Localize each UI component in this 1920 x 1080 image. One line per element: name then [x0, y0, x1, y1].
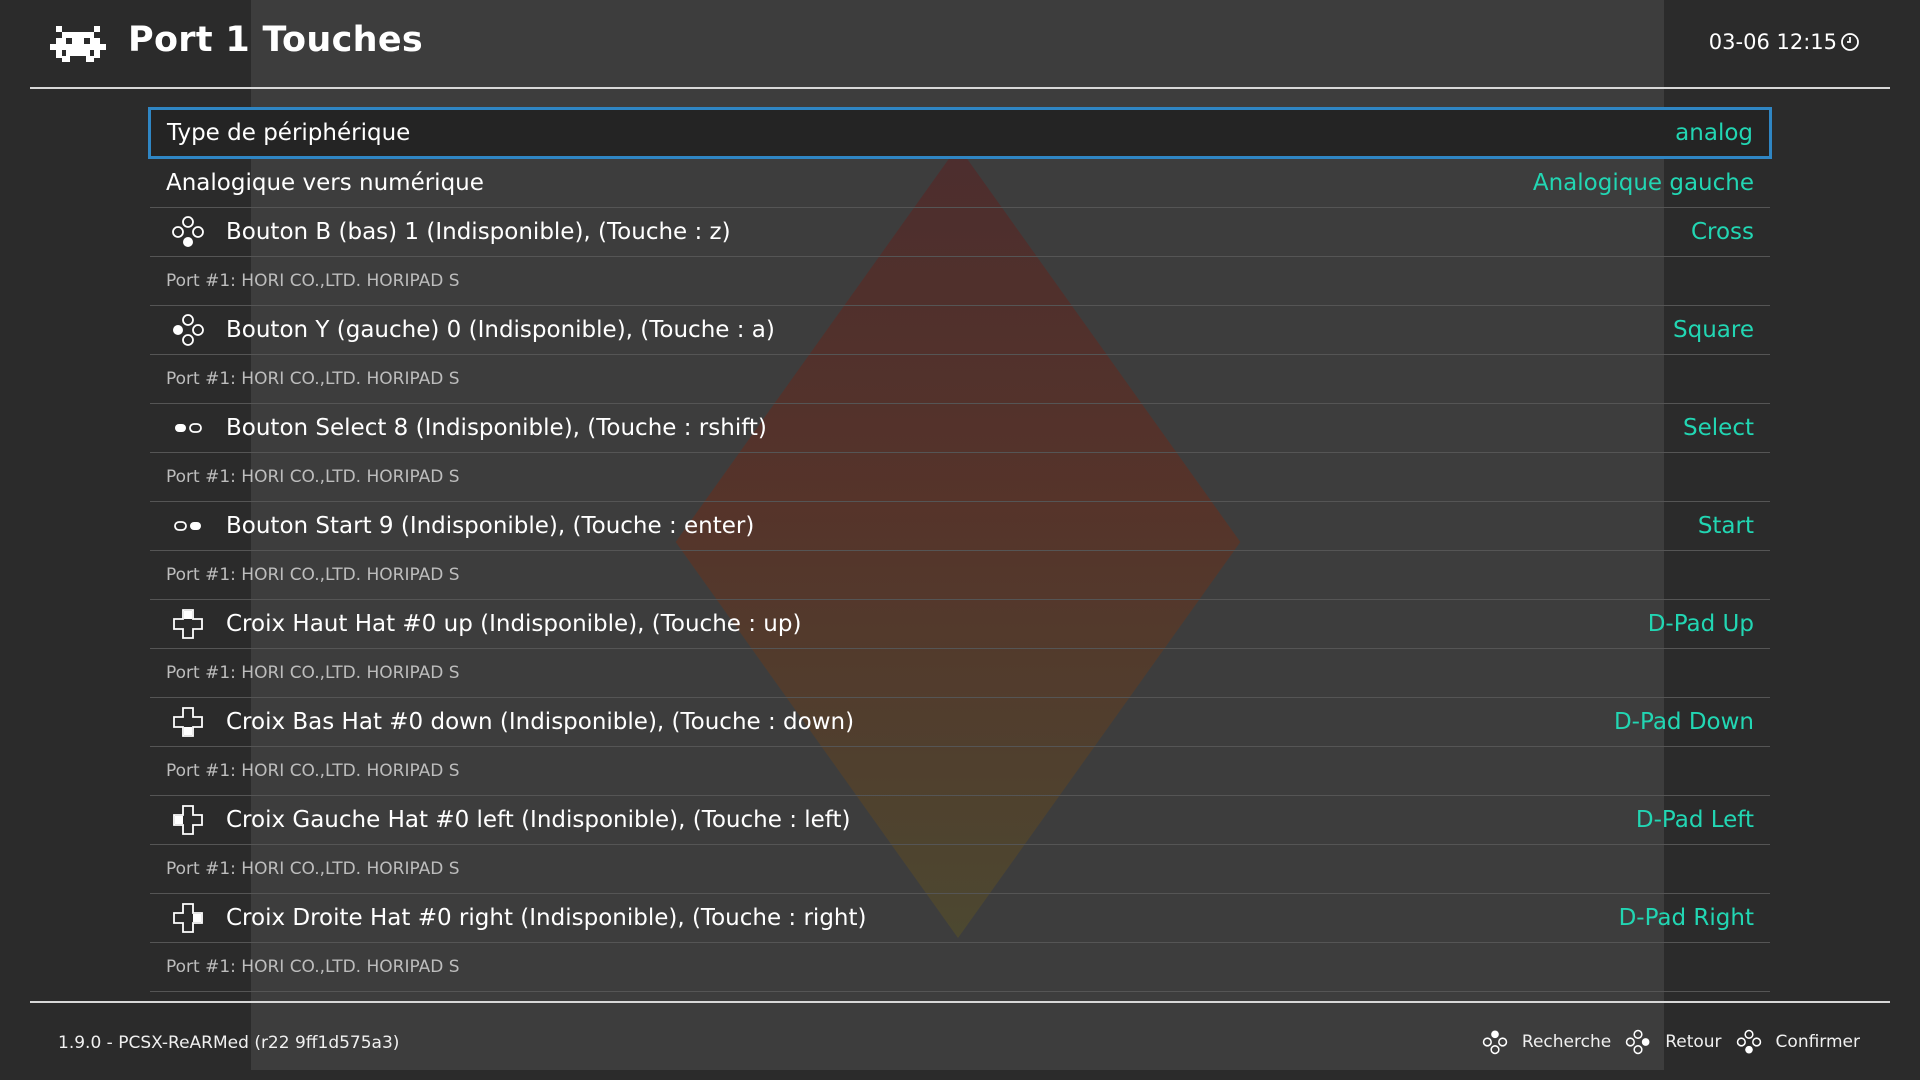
binding-label: Bouton Y (gauche) 0 (Indisponible), (Tou…	[226, 317, 775, 343]
binding-label: Croix Gauche Hat #0 left (Indisponible),…	[226, 807, 851, 833]
binding-row[interactable]: Croix Droite Hat #0 right (Indisponible)…	[150, 894, 1770, 943]
hint-back[interactable]: Retour	[1625, 1029, 1722, 1055]
binding-device: Port #1: HORI CO.,LTD. HORIPAD S	[150, 551, 1770, 600]
face-button-bottom-icon	[170, 216, 206, 248]
binding-device-label: Port #1: HORI CO.,LTD. HORIPAD S	[166, 369, 460, 389]
hint-label: Recherche	[1521, 1032, 1612, 1052]
settings-list: Type de périphérique analog Analogique v…	[148, 107, 1772, 992]
button-hints: Recherche Retour Confirmer	[1468, 1029, 1860, 1055]
binding-device: Port #1: HORI CO.,LTD. HORIPAD S	[150, 747, 1770, 796]
binding-value: D-Pad Up	[1647, 611, 1754, 637]
binding-row[interactable]: Croix Haut Hat #0 up (Indisponible), (To…	[150, 600, 1770, 649]
dpad-down-icon	[170, 706, 206, 738]
binding-device-label: Port #1: HORI CO.,LTD. HORIPAD S	[166, 859, 460, 879]
screen: Port 1 Touches 03-06 12:15 Type de périp…	[0, 0, 1920, 1080]
binding-device-label: Port #1: HORI CO.,LTD. HORIPAD S	[166, 761, 460, 781]
version-text: 1.9.0 - PCSX-ReARMed (r22 9ff1d575a3)	[58, 1033, 400, 1053]
binding-value: D-Pad Right	[1618, 905, 1754, 931]
setting-label: Analogique vers numérique	[166, 170, 484, 196]
hint-label: Retour	[1665, 1032, 1722, 1052]
start-button-icon	[170, 510, 206, 542]
binding-device-label: Port #1: HORI CO.,LTD. HORIPAD S	[166, 957, 460, 977]
binding-label: Bouton Start 9 (Indisponible), (Touche :…	[226, 513, 755, 539]
hint-search[interactable]: Recherche	[1482, 1029, 1611, 1055]
clock-text: 03-06 12:15	[1708, 30, 1837, 54]
binding-device-label: Port #1: HORI CO.,LTD. HORIPAD S	[166, 467, 460, 487]
binding-value: Select	[1683, 415, 1754, 441]
setting-value: analog	[1675, 120, 1753, 146]
binding-value: Square	[1673, 317, 1754, 343]
binding-value: D-Pad Left	[1635, 807, 1754, 833]
binding-row[interactable]: Croix Gauche Hat #0 left (Indisponible),…	[150, 796, 1770, 845]
setting-value: Analogique gauche	[1532, 170, 1754, 196]
face-button-right-icon	[1625, 1029, 1650, 1055]
face-button-top-icon	[1482, 1030, 1508, 1055]
binding-device: Port #1: HORI CO.,LTD. HORIPAD S	[150, 845, 1770, 894]
hint-confirm[interactable]: Confirmer	[1736, 1029, 1860, 1055]
binding-label: Bouton B (bas) 1 (Indisponible), (Touche…	[226, 219, 731, 245]
binding-value: Start	[1697, 513, 1754, 539]
binding-label: Bouton Select 8 (Indisponible), (Touche …	[226, 415, 767, 441]
setting-analog-to-digital[interactable]: Analogique vers numérique Analogique gau…	[150, 159, 1770, 208]
select-button-icon	[170, 412, 206, 444]
binding-row[interactable]: Bouton Start 9 (Indisponible), (Touche :…	[150, 502, 1770, 551]
binding-label: Croix Bas Hat #0 down (Indisponible), (T…	[226, 709, 855, 735]
binding-row[interactable]: Bouton Y (gauche) 0 (Indisponible), (Tou…	[150, 306, 1770, 355]
hint-label: Confirmer	[1775, 1032, 1860, 1052]
binding-value: Cross	[1690, 219, 1754, 245]
binding-device: Port #1: HORI CO.,LTD. HORIPAD S	[150, 453, 1770, 502]
header: Port 1 Touches 03-06 12:15	[30, 0, 1890, 89]
clock-icon	[1841, 33, 1859, 51]
setting-label: Type de périphérique	[167, 120, 411, 146]
binding-device-label: Port #1: HORI CO.,LTD. HORIPAD S	[166, 271, 460, 291]
binding-value: D-Pad Down	[1613, 709, 1754, 735]
binding-device: Port #1: HORI CO.,LTD. HORIPAD S	[150, 355, 1770, 404]
setting-device-type[interactable]: Type de périphérique analog	[148, 107, 1772, 159]
dpad-right-icon	[170, 902, 206, 934]
binding-row[interactable]: Bouton Select 8 (Indisponible), (Touche …	[150, 404, 1770, 453]
binding-device: Port #1: HORI CO.,LTD. HORIPAD S	[150, 649, 1770, 698]
face-button-left-icon	[170, 314, 206, 346]
page-title: Port 1 Touches	[128, 20, 424, 60]
retroarch-invader-icon	[50, 24, 106, 64]
binding-device-label: Port #1: HORI CO.,LTD. HORIPAD S	[166, 565, 460, 585]
binding-label: Croix Droite Hat #0 right (Indisponible)…	[226, 905, 867, 931]
binding-device: Port #1: HORI CO.,LTD. HORIPAD S	[150, 257, 1770, 306]
binding-label: Croix Haut Hat #0 up (Indisponible), (To…	[226, 611, 802, 637]
binding-row[interactable]: Bouton B (bas) 1 (Indisponible), (Touche…	[150, 208, 1770, 257]
binding-row[interactable]: Croix Bas Hat #0 down (Indisponible), (T…	[150, 698, 1770, 747]
binding-device-label: Port #1: HORI CO.,LTD. HORIPAD S	[166, 663, 460, 683]
dpad-left-icon	[170, 804, 206, 836]
clock: 03-06 12:15	[1709, 30, 1860, 54]
binding-device: Port #1: HORI CO.,LTD. HORIPAD S	[150, 943, 1770, 992]
footer: 1.9.0 - PCSX-ReARMed (r22 9ff1d575a3) Re…	[30, 1001, 1890, 1080]
face-button-bottom-icon	[1736, 1029, 1761, 1054]
dpad-up-icon	[170, 608, 206, 640]
